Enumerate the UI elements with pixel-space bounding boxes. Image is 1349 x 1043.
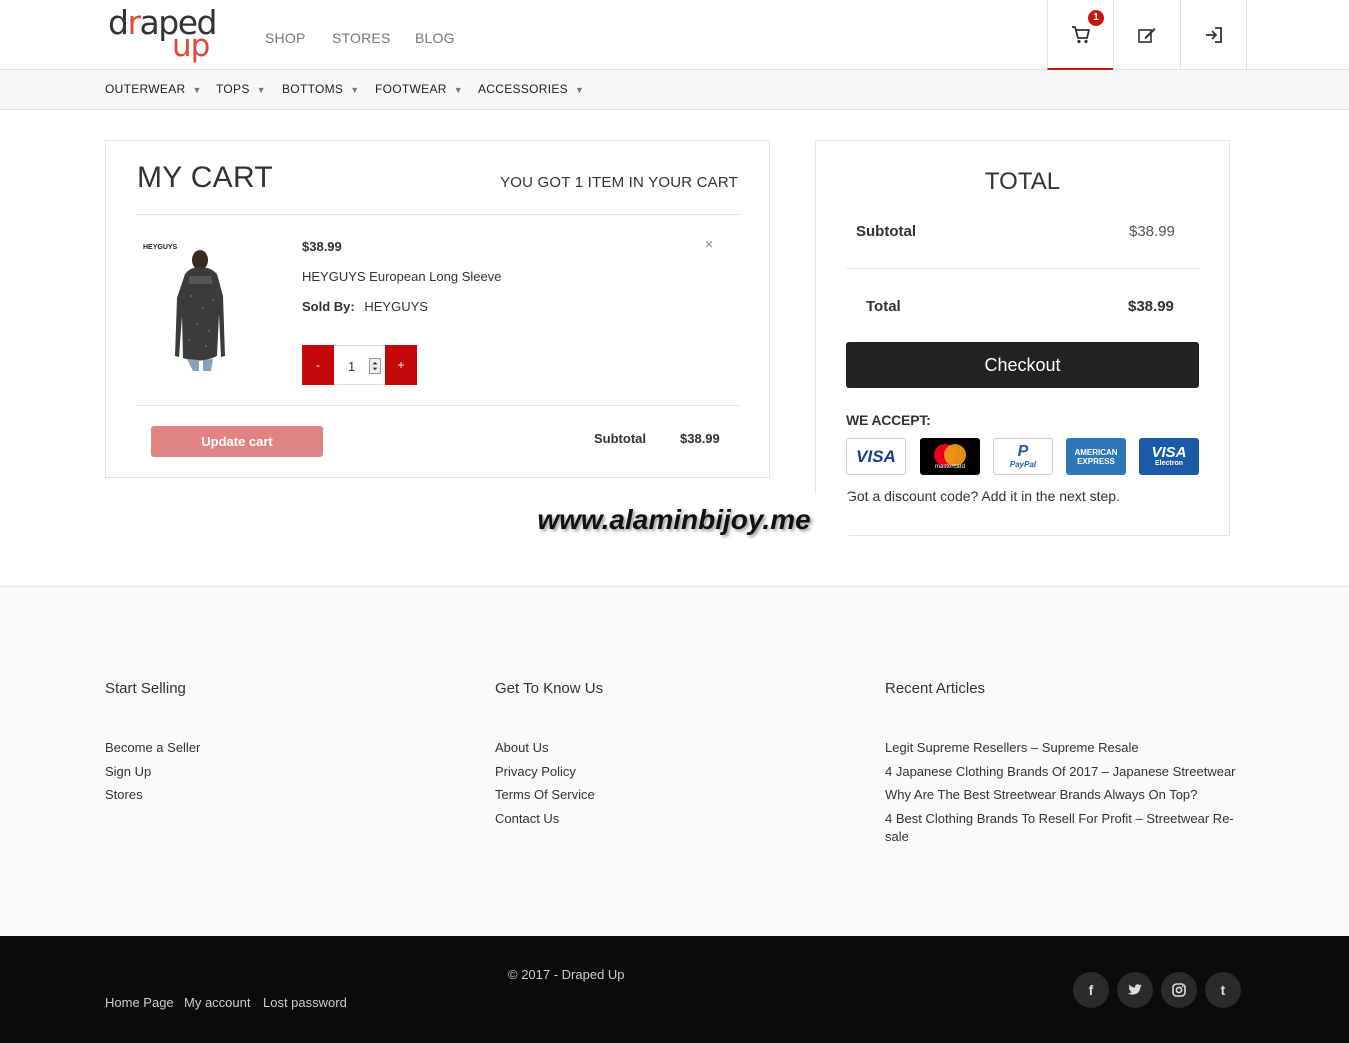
paypal-icon: P PayPal	[993, 438, 1053, 475]
divider	[136, 405, 740, 406]
footer-link-terms[interactable]: Terms Of Service	[495, 783, 595, 807]
twitter-bird-shape	[1128, 984, 1142, 995]
spinner-arrows-icon[interactable]	[369, 358, 381, 374]
footer-widgets: Start Selling Get To Know Us Recent Arti…	[0, 586, 1349, 936]
cart-subtotal-label: Subtotal	[594, 431, 646, 446]
mastercard-icon: mastercard	[920, 438, 980, 475]
chevron-down-icon: ▼	[575, 85, 585, 95]
totals-panel: TOTAL Subtotal $38.99 Total $38.99 Check…	[815, 140, 1230, 536]
nav-stores[interactable]: STORES	[332, 30, 391, 46]
article-link[interactable]: 4 Japanese Clothing Brands Of 2017 – Jap…	[885, 760, 1236, 784]
draped-up-logo[interactable]: draped up	[108, 6, 217, 64]
we-accept-label: WE ACCEPT:	[846, 412, 931, 428]
twitter-icon[interactable]	[1117, 972, 1153, 1008]
facebook-icon[interactable]: f	[1073, 972, 1109, 1008]
sold-by-label: Sold By:	[302, 299, 355, 314]
chevron-down-icon: ▼	[453, 85, 463, 95]
cart-subtotal-value: $38.99	[680, 431, 720, 446]
page-title: MY CART	[137, 161, 274, 194]
login-button[interactable]	[1180, 0, 1247, 70]
cart-panel: MY CART YOU GOT 1 ITEM IN YOUR CART HEYG…	[105, 140, 770, 478]
category-accessories[interactable]: ACCESSORIES ▼	[478, 82, 584, 96]
footer-link-contact-us[interactable]: Contact Us	[495, 807, 559, 831]
visa-card-icon: VISA	[846, 438, 906, 475]
update-cart-button[interactable]: Update cart	[151, 426, 323, 457]
top-header: draped up SHOP STORES BLOG 1	[0, 0, 1349, 70]
brand-tag: HEYGUYS	[143, 244, 178, 251]
footer-heading-get-to-know-us: Get To Know Us	[495, 680, 604, 697]
footer-link-privacy-policy[interactable]: Privacy Policy	[495, 760, 576, 784]
category-bar: OUTERWEAR ▼ TOPS ▼ BOTTOMS ▼ FOOTWEAR ▼ ACCE…	[0, 70, 1349, 110]
edit-icon	[1138, 28, 1156, 43]
cart-icon	[1072, 26, 1090, 44]
footer-link-sign-up[interactable]: Sign Up	[105, 760, 151, 784]
nav-shop[interactable]: SHOP	[265, 30, 305, 46]
cart-button[interactable]: 1	[1047, 0, 1114, 70]
chevron-down-icon: ▼	[350, 85, 360, 95]
divider	[136, 214, 740, 215]
cart-count-badge: 1	[1088, 10, 1104, 26]
quantity-increase-button[interactable]: +	[385, 345, 417, 385]
subtotal-label: Subtotal	[856, 223, 916, 240]
article-link-continued[interactable]: sale	[885, 825, 909, 849]
footer-link-home[interactable]: Home Page	[105, 995, 174, 1010]
sign-in-icon	[1205, 27, 1222, 43]
subtotal-value: $38.99	[1129, 223, 1175, 240]
article-link[interactable]: Why Are The Best Streetwear Brands Alway…	[885, 783, 1197, 807]
total-value: $38.99	[1128, 298, 1174, 315]
cart-item-count: YOU GOT 1 ITEM IN YOUR CART	[500, 174, 738, 191]
discount-note: Got a discount code? Add it in the next …	[846, 488, 1120, 504]
quantity-decrease-button[interactable]: -	[302, 345, 334, 385]
footer-heading-start-selling: Start Selling	[105, 680, 186, 697]
quantity-input[interactable]: 1	[334, 345, 385, 385]
category-outerwear[interactable]: OUTERWEAR ▼	[105, 82, 202, 96]
total-label: Total	[866, 298, 901, 315]
footer-link-become-seller[interactable]: Become a Seller	[105, 736, 200, 760]
amex-icon: AMERICAN EXPRESS	[1066, 438, 1126, 475]
footer-bottom-bar: © 2017 - Draped Up Home Page My account …	[0, 936, 1349, 1043]
copyright: © 2017 - Draped Up	[508, 967, 625, 982]
footer-link-lost-password[interactable]: Lost password	[263, 995, 347, 1010]
product-name-link[interactable]: HEYGUYS European Long Sleeve	[302, 269, 501, 284]
chevron-down-icon: ▼	[192, 85, 202, 95]
article-link[interactable]: Legit Supreme Resellers – Supreme Resale	[885, 736, 1139, 760]
instagram-icon[interactable]	[1161, 972, 1197, 1008]
totals-title: TOTAL	[984, 168, 1061, 195]
product-image[interactable]: HEYGUYS	[141, 236, 273, 373]
footer-heading-recent-articles: Recent Articles	[885, 680, 986, 697]
footer-link-about-us[interactable]: About Us	[495, 736, 548, 760]
article-link[interactable]: 4 Best Clothing Brands To Resell For Pro…	[885, 807, 1234, 831]
footer-link-stores[interactable]: Stores	[105, 783, 143, 807]
category-bottoms[interactable]: BOTTOMS ▼	[282, 82, 359, 96]
visa-electron-icon: VISA Electron	[1139, 438, 1199, 475]
register-button[interactable]	[1113, 0, 1180, 70]
quantity-value: 1	[348, 359, 356, 374]
checkout-button[interactable]: Checkout	[846, 342, 1199, 388]
category-tops[interactable]: TOPS ▼	[216, 82, 266, 96]
category-footwear[interactable]: FOOTWEAR ▼	[375, 82, 463, 96]
footer-link-my-account[interactable]: My account	[184, 995, 250, 1010]
divider	[846, 268, 1199, 269]
tumblr-icon[interactable]: t	[1205, 972, 1241, 1008]
sold-by: Sold By: HEYGUYS	[302, 299, 428, 314]
seller-link[interactable]: HEYGUYS	[364, 299, 428, 314]
product-photo: HEYGUYS	[143, 244, 225, 371]
logo-text-up: up	[172, 28, 210, 64]
product-price: $38.99	[302, 239, 342, 254]
remove-item-button[interactable]: ×	[705, 236, 713, 252]
chevron-down-icon: ▼	[256, 85, 266, 95]
watermark-text: www.alaminbijoy.me	[499, 494, 849, 548]
instagram-camera-shape	[1172, 983, 1186, 997]
nav-blog[interactable]: BLOG	[415, 30, 455, 46]
